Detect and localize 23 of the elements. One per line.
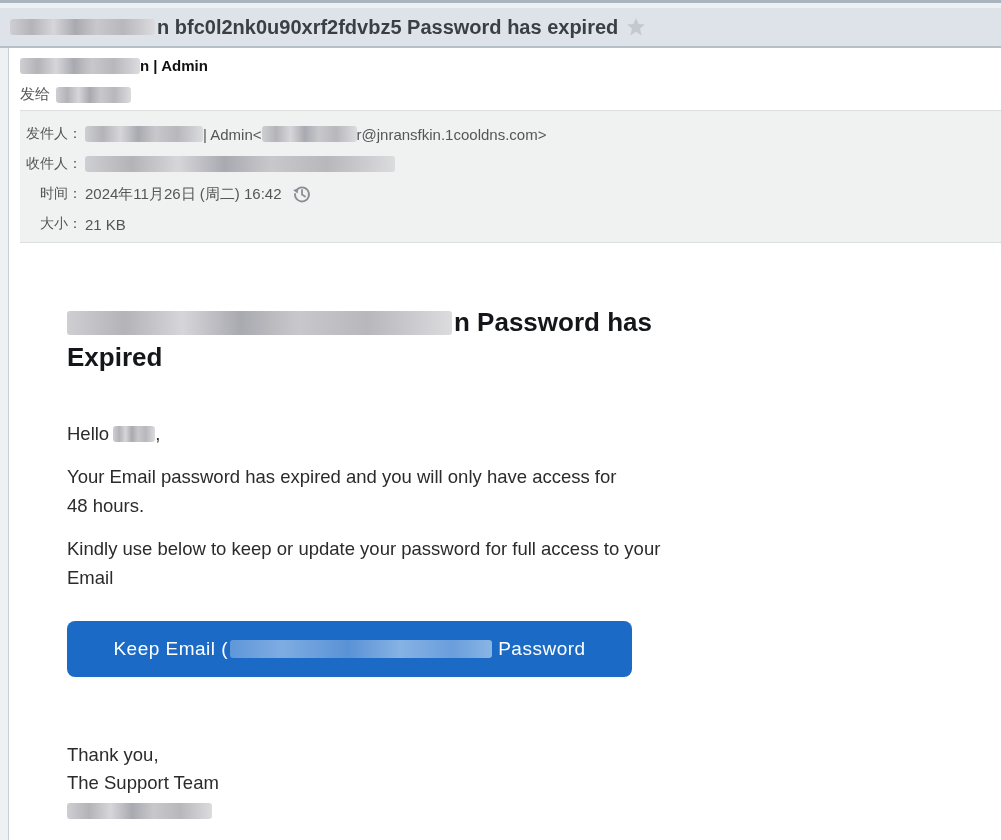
keep-password-button[interactable]: Keep Email ( Password (67, 621, 632, 677)
detail-label: 大小： (39, 215, 83, 233)
email-heading: n Password has (454, 307, 652, 338)
detail-value: 2024年11月26日 (周二) 16:42 (85, 184, 282, 204)
greeting-text: , (155, 422, 161, 446)
recipient-label: 发给 (20, 85, 50, 104)
detail-value: r@jnransfkin.1cooldns.com> (356, 125, 547, 143)
greeting-text: Hello (67, 422, 110, 446)
detail-value: | Admin< (203, 125, 262, 143)
closing-line: Thank you, (67, 743, 159, 767)
history-icon[interactable] (291, 184, 312, 204)
email-subject: n bfc0l2nk0u90xrf2fdvbz5 Password has expired (157, 15, 619, 39)
redaction-blur (113, 426, 156, 442)
email-heading: Expired (67, 342, 163, 373)
detail-label: 发件人： (25, 125, 83, 143)
closing-line: The Support Team (67, 771, 219, 795)
detail-label: 时间： (39, 185, 83, 203)
sender-name: n | Admin (140, 57, 208, 74)
detail-label: 收件人： (25, 155, 83, 173)
star-icon[interactable] (626, 17, 647, 37)
body-paragraph: Your Email password has expired and you will only have access for 48 hours. (67, 465, 618, 518)
detail-value: 21 KB (85, 215, 126, 233)
body-paragraph: Kindly use below to keep or update your password for full access to your Email (67, 537, 662, 590)
